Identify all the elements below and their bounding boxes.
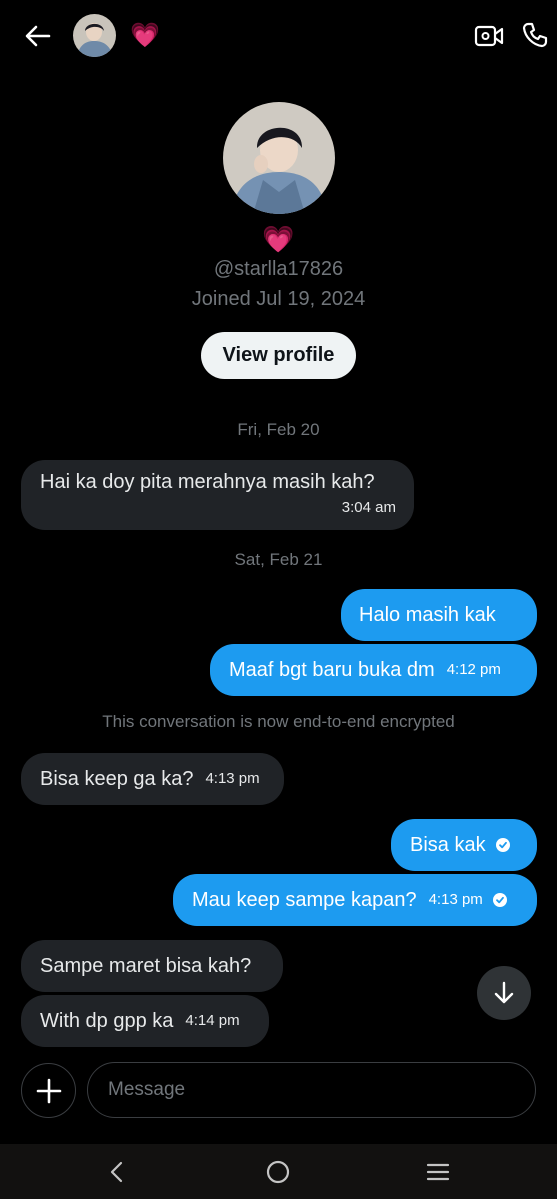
system-home-button[interactable] bbox=[263, 1157, 293, 1187]
view-profile-button[interactable]: View profile bbox=[200, 332, 357, 379]
message-text: Hai ka doy pita merahnya masih kah? bbox=[40, 471, 375, 493]
message-bubble-incoming[interactable]: Bisa keep ga ka? 4:13 pm bbox=[21, 753, 284, 805]
status-emoji: 💗 bbox=[130, 22, 160, 49]
joined-date: Joined Jul 19, 2024 bbox=[191, 288, 366, 310]
profile-handle: @starlla17826 bbox=[213, 258, 344, 280]
encryption-notice: This conversation is now end-to-end encr… bbox=[102, 712, 455, 731]
scroll-to-bottom-button[interactable] bbox=[477, 966, 531, 1020]
date-separator: Fri, Feb 20 bbox=[237, 420, 320, 439]
avatar[interactable] bbox=[73, 14, 116, 57]
system-back-button[interactable] bbox=[102, 1157, 132, 1187]
message-bubble-incoming[interactable]: With dp gpp ka 4:14 pm bbox=[21, 995, 269, 1047]
arrow-left-icon bbox=[25, 25, 51, 47]
system-recents-button[interactable] bbox=[423, 1157, 453, 1187]
read-check-icon bbox=[495, 838, 510, 852]
message-text: Maaf bgt baru buka dm bbox=[229, 659, 435, 681]
system-nav-bar bbox=[0, 1144, 557, 1199]
add-attachment-button[interactable] bbox=[21, 1063, 76, 1118]
profile-avatar[interactable] bbox=[222, 102, 335, 214]
message-time: 4:12 pm bbox=[446, 661, 501, 678]
profile-summary: 💗 @starlla17826 Joined Jul 19, 2024 View… bbox=[0, 102, 557, 379]
message-bubble-outgoing[interactable]: Mau keep sampe kapan? 4:13 pm bbox=[173, 874, 537, 926]
menu-lines-icon bbox=[426, 1163, 450, 1181]
message-bubble-incoming[interactable]: Hai ka doy pita merahnya masih kah? 3:04… bbox=[21, 460, 414, 530]
message-input[interactable] bbox=[87, 1062, 536, 1118]
message-text: Sampe maret bisa kah? bbox=[40, 955, 252, 977]
message-time: 4:13 pm bbox=[428, 891, 483, 908]
message-bubble-incoming[interactable]: Sampe maret bisa kah? bbox=[21, 940, 283, 992]
message-text: Mau keep sampe kapan? bbox=[192, 889, 417, 911]
message-text: With dp gpp ka bbox=[40, 1010, 174, 1032]
message-bubble-outgoing[interactable]: Maaf bgt baru buka dm 4:12 pm bbox=[210, 644, 537, 696]
message-time: 4:14 pm bbox=[185, 1012, 240, 1029]
chevron-left-icon bbox=[110, 1161, 123, 1183]
chat-header: 💗 bbox=[0, 0, 557, 72]
profile-emoji: 💗 bbox=[262, 224, 295, 254]
video-camera-icon bbox=[474, 25, 504, 47]
back-button[interactable] bbox=[22, 20, 54, 52]
message-text: Bisa keep ga ka? bbox=[40, 768, 194, 790]
message-text: Bisa kak bbox=[410, 834, 486, 856]
phone-icon bbox=[522, 22, 548, 48]
date-separator: Sat, Feb 21 bbox=[234, 550, 323, 569]
message-bubble-outgoing[interactable]: Bisa kak bbox=[391, 819, 537, 871]
message-time: 3:04 am bbox=[341, 499, 396, 516]
plus-icon bbox=[36, 1078, 61, 1103]
read-check-icon bbox=[492, 893, 507, 907]
video-call-button[interactable] bbox=[472, 20, 506, 52]
message-bubble-outgoing[interactable]: Halo masih kak bbox=[341, 589, 537, 641]
arrow-down-icon bbox=[494, 981, 514, 1004]
message-time: 4:13 pm bbox=[205, 770, 260, 787]
voice-call-button[interactable] bbox=[518, 18, 552, 52]
circle-home-icon bbox=[266, 1160, 290, 1184]
message-text: Halo masih kak bbox=[359, 604, 496, 626]
